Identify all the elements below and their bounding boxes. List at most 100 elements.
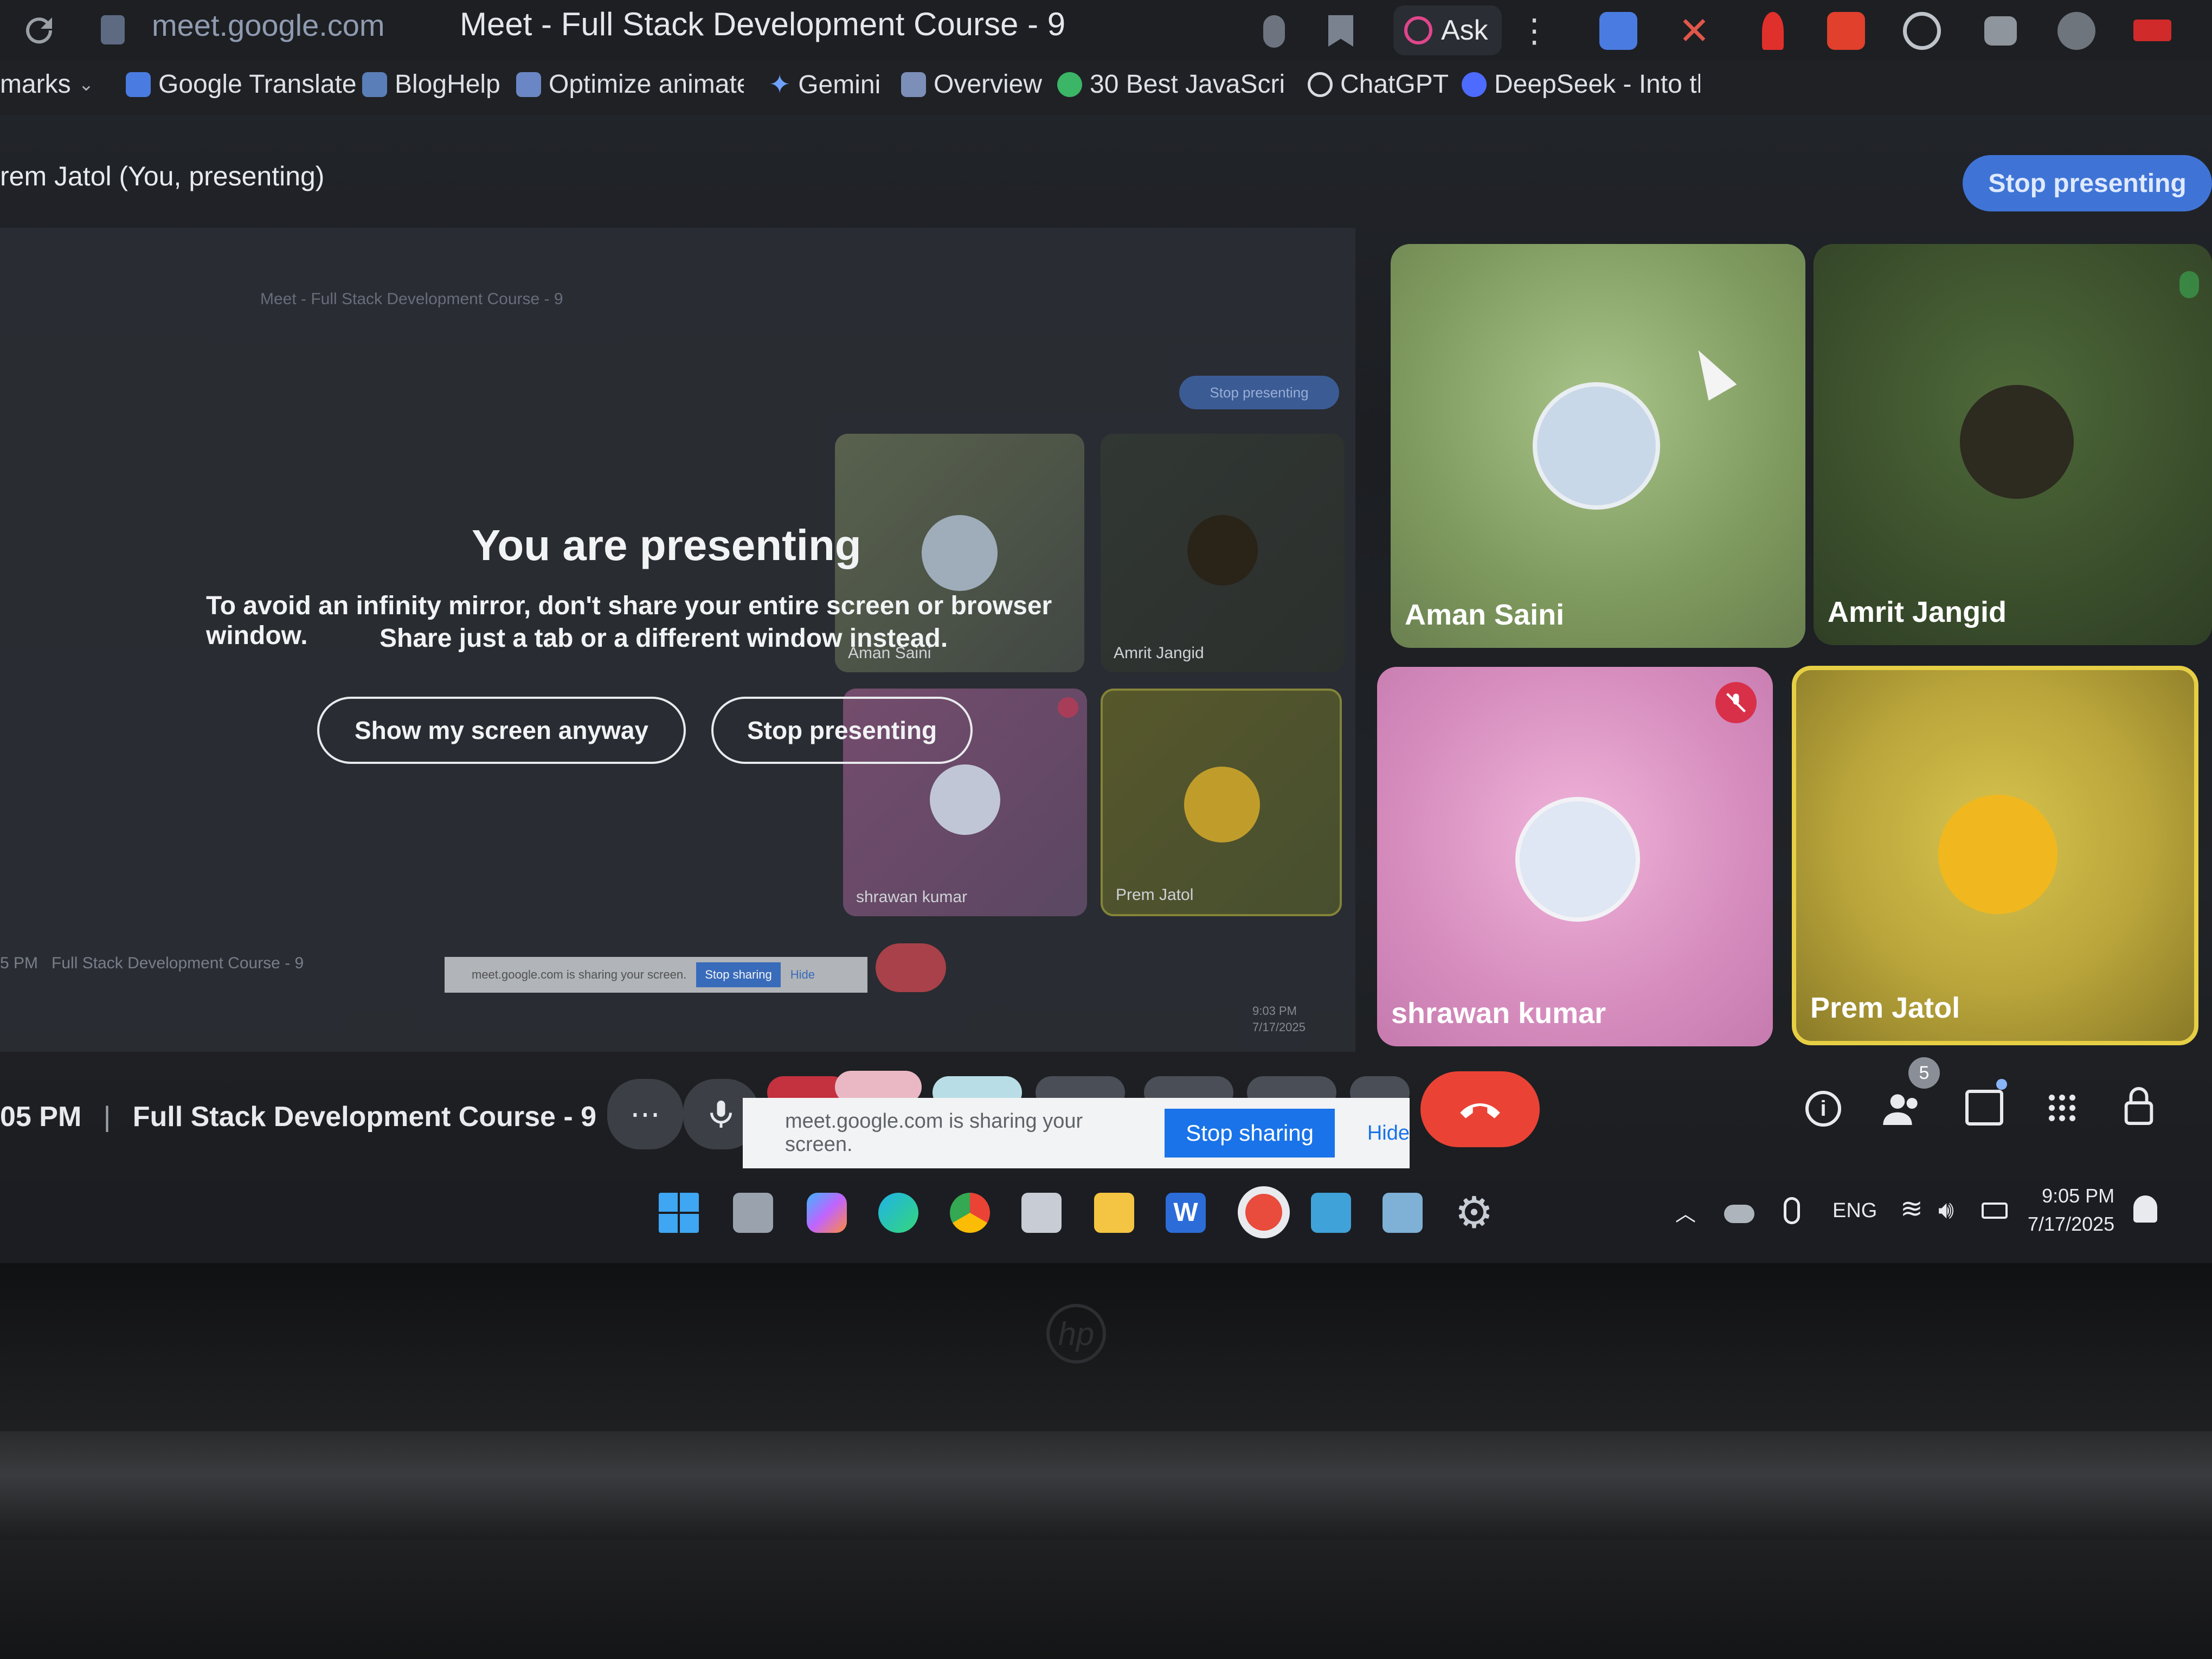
chat-notification-dot — [1996, 1079, 2007, 1090]
photos-icon[interactable] — [1382, 1193, 1423, 1233]
language-indicator[interactable]: ENG — [1832, 1199, 1877, 1223]
microphone-icon — [710, 1101, 732, 1128]
stop-presenting-button[interactable]: Stop presenting — [1963, 155, 2212, 211]
bloghelp-icon — [362, 72, 387, 97]
onedrive-icon[interactable] — [1724, 1205, 1754, 1223]
bookmark-overview[interactable]: Overview — [901, 69, 1042, 99]
tools-extension-icon[interactable]: ✕ — [1675, 12, 1713, 50]
participant-tile-shrawan-kumar[interactable]: shrawan kumar — [1377, 667, 1773, 1046]
dialog-stop-presenting-button[interactable]: Stop presenting — [711, 697, 973, 764]
chrome-icon[interactable] — [950, 1193, 990, 1233]
translate-extension-icon[interactable] — [1599, 12, 1637, 50]
host-controls-lock-icon[interactable] — [2123, 1087, 2155, 1125]
word-icon[interactable]: W — [1166, 1193, 1206, 1233]
avatar — [922, 515, 998, 591]
show-hidden-icons-chevron[interactable]: ︿ — [1675, 1197, 1696, 1227]
bookmark-label: DeepSeek - Into th — [1494, 70, 1700, 99]
mirror-clock: 9:03 PM 7/17/2025 — [1252, 1003, 1306, 1036]
show-screen-anyway-button[interactable]: Show my screen anyway — [317, 697, 686, 764]
meeting-details-icon[interactable]: i — [1805, 1091, 1841, 1127]
notification-bell-icon[interactable] — [2133, 1195, 2157, 1223]
participant-name: shrawan kumar — [1391, 997, 1606, 1030]
taskbar-clock[interactable]: 9:05 PM 7/17/2025 — [2028, 1182, 2114, 1238]
windows-start-icon[interactable] — [659, 1193, 699, 1233]
bookmark-google-translate[interactable]: Google Translate — [126, 69, 357, 99]
mirror-name: shrawan kumar — [856, 888, 968, 906]
bookmarks-folder[interactable]: marks ⌄ — [0, 69, 94, 99]
avatar — [1960, 385, 2074, 499]
dialog-title: You are presenting — [472, 521, 861, 569]
grammarly-extension-icon[interactable] — [1903, 12, 1941, 50]
mirror-end-call — [876, 943, 946, 992]
people-count: 5 — [1919, 1062, 1930, 1083]
bookmark-label: Gemini — [798, 70, 881, 99]
copilot-icon[interactable] — [807, 1193, 847, 1233]
avatar — [1533, 382, 1660, 510]
mirror-tile: Prem Jatol — [1101, 689, 1342, 916]
battery-icon[interactable] — [1982, 1203, 2008, 1219]
reload-icon[interactable] — [20, 11, 59, 50]
participant-tile-prem-jatol[interactable]: Prem Jatol — [1792, 666, 2198, 1045]
ask-label: Ask — [1441, 15, 1488, 46]
volume-icon[interactable]: 🔊︎ — [1938, 1195, 1954, 1225]
mirror-date: 7/17/2025 — [1252, 1020, 1306, 1034]
people-count-badge: 5 — [1908, 1057, 1940, 1089]
mirror-hide: Hide — [790, 968, 815, 981]
more-options-button[interactable]: ⋯ — [607, 1079, 683, 1149]
task-view-icon[interactable] — [733, 1193, 773, 1233]
file-explorer-icon[interactable] — [1094, 1193, 1134, 1233]
hide-banner-button[interactable]: Hide — [1367, 1122, 1410, 1145]
activities-grid-icon[interactable] — [2047, 1092, 2077, 1123]
bookmark-optimize[interactable]: Optimize animate — [516, 69, 744, 99]
chat-icon[interactable] — [1965, 1090, 2003, 1126]
red-extension-icon[interactable] — [1762, 12, 1784, 50]
bookmark-label: Optimize animate — [549, 70, 744, 99]
yandex-browser-icon[interactable] — [1238, 1186, 1290, 1238]
people-icon[interactable] — [1881, 1090, 1925, 1128]
battery-extension-icon[interactable] — [2133, 20, 2171, 41]
bookmark-deepseek[interactable]: DeepSeek - Into th — [1462, 69, 1700, 99]
microphone-icon[interactable] — [1263, 15, 1285, 48]
snipping-tool-icon[interactable] — [1021, 1193, 1062, 1233]
mirror-name: Amrit Jangid — [1114, 644, 1204, 662]
bookmark-gemini[interactable]: ✦ Gemini — [769, 69, 880, 100]
camera-extension-icon[interactable] — [1984, 16, 2017, 46]
globe-extension-icon[interactable] — [2057, 12, 2095, 50]
share-notice-text: meet.google.com is sharing your screen. — [785, 1110, 1083, 1156]
avatar — [1184, 767, 1260, 843]
mirror-name: Prem Jatol — [1116, 886, 1194, 904]
mirror-time: 9:03 PM — [1252, 1004, 1297, 1018]
wifi-icon[interactable]: ≋ — [1900, 1193, 1923, 1224]
edge-icon[interactable] — [878, 1193, 918, 1233]
bookmark-chatgpt[interactable]: ChatGPT — [1308, 69, 1449, 99]
ask-button[interactable]: Ask — [1393, 5, 1502, 55]
participant-name: Amrit Jangid — [1828, 596, 2007, 628]
tray-microphone-icon[interactable] — [1784, 1197, 1800, 1224]
participant-tile-amrit-jangid[interactable]: Amrit Jangid — [1814, 244, 2212, 645]
bookmark-javascript[interactable]: 30 Best JavaScript — [1057, 69, 1285, 99]
mirror-stop-presenting: Stop presenting — [1179, 376, 1339, 409]
settings-gear-icon[interactable]: ⚙ — [1454, 1191, 1494, 1234]
javascript-icon — [1057, 72, 1082, 97]
participant-name: Prem Jatol — [1810, 992, 1960, 1024]
bookmark-bloghelp[interactable]: BlogHelp — [362, 69, 500, 99]
chevron-down-icon: ⌄ — [78, 74, 94, 95]
menu-kebab-icon[interactable]: ⋮ — [1518, 12, 1551, 50]
brand-logo: hp — [1046, 1304, 1106, 1364]
chatgpt-icon — [1308, 72, 1333, 97]
bookmark-label: BlogHelp — [395, 70, 500, 99]
window-title: Meet - Full Stack Development Course - 9 — [460, 6, 1066, 42]
leave-call-button[interactable] — [1420, 1071, 1540, 1147]
muted-mic-icon — [1058, 697, 1078, 718]
bookmark-label: Overview — [934, 70, 1043, 99]
office-extension-icon[interactable] — [1827, 12, 1865, 50]
avatar — [1515, 797, 1640, 922]
address-bar-url[interactable]: meet.google.com — [152, 8, 385, 43]
more-options-icon: ⋯ — [630, 1097, 660, 1131]
notepad-icon[interactable] — [1311, 1193, 1351, 1233]
participant-tile-aman-saini[interactable]: Aman Saini — [1391, 244, 1805, 648]
hang-up-icon — [1460, 1103, 1500, 1118]
stop-sharing-button[interactable]: Stop sharing — [1165, 1109, 1335, 1158]
gemini-icon: ✦ — [769, 70, 791, 99]
site-info-icon[interactable] — [101, 15, 125, 44]
